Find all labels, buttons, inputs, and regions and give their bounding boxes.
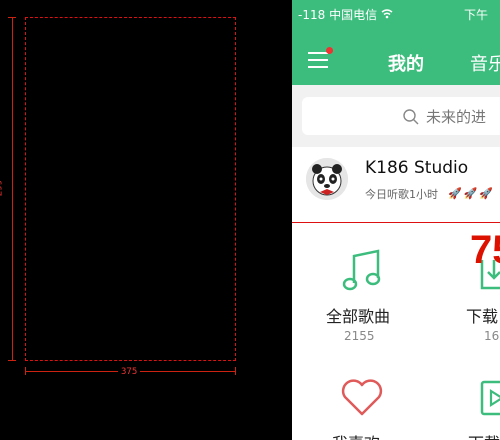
level-badges: 🚀🚀🚀	[448, 187, 496, 200]
tab-music[interactable]: 音乐	[470, 50, 500, 76]
width-dimension-label: 375	[118, 367, 141, 377]
tab-me[interactable]: 我的	[388, 50, 424, 76]
music-note-icon[interactable]	[342, 248, 382, 296]
width-dimension-tick-left	[25, 367, 26, 375]
carrier: 中国电信	[329, 8, 378, 22]
search-icon	[402, 108, 420, 130]
downloads-label[interactable]: 下载	[466, 303, 498, 327]
phone-screen: -118 中国电信 下午 我的 音乐 未来的进 K186 Studio 今日听歌…	[292, 0, 500, 440]
blueprint-frame	[25, 17, 236, 361]
signal-strength: -118	[298, 8, 326, 22]
heart-icon[interactable]	[340, 378, 384, 422]
status-bar: -118 中国电信 下午	[298, 6, 500, 23]
today-listen-time: 今日听歌1小时	[365, 188, 438, 201]
favorites-label[interactable]: 我喜欢	[332, 430, 380, 440]
search-placeholder: 未来的进	[426, 108, 487, 126]
height-dimension-label: 667	[0, 180, 2, 197]
downloads-count: 16	[484, 329, 500, 343]
width-dimension-tick-right	[235, 367, 236, 375]
menu-button[interactable]	[308, 47, 333, 73]
status-time: 下午	[464, 8, 489, 22]
height-dimension-tick-top	[8, 17, 16, 18]
all-songs-count: 2155	[344, 329, 375, 343]
video-icon[interactable]	[480, 380, 500, 420]
avatar[interactable]	[306, 158, 348, 200]
username: K186 Studio	[365, 158, 469, 178]
wifi-icon	[381, 8, 393, 22]
height-dimension-tick-bottom	[8, 360, 16, 361]
all-songs-label[interactable]: 全部歌曲	[326, 303, 390, 327]
height-dimension-line	[12, 17, 13, 361]
library-grid	[292, 223, 500, 440]
fourth-label[interactable]: 下载	[468, 430, 500, 440]
notification-dot	[326, 47, 333, 54]
overlay-number: 75	[470, 228, 500, 272]
